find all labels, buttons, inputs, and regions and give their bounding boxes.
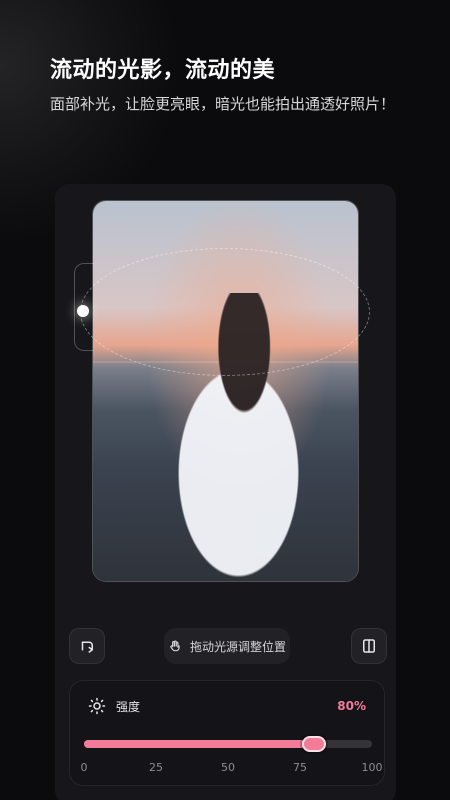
slider-thumb[interactable] xyxy=(302,736,327,752)
controls-row: 拖动光源调整位置 xyxy=(55,626,396,668)
strength-label: 强度 xyxy=(116,699,141,714)
light-orbit-path xyxy=(80,248,370,376)
strength-slider[interactable] xyxy=(84,735,372,753)
compare-button[interactable] xyxy=(351,628,387,664)
strength-panel: 强度 80% 0 25 50 75 100 xyxy=(69,680,385,786)
strength-header: 强度 80% xyxy=(88,696,366,716)
slider-ticks: 0 25 50 75 100 xyxy=(80,761,383,775)
tick-50: 50 xyxy=(221,761,235,774)
tick-25: 25 xyxy=(149,761,163,774)
strength-value: 80% xyxy=(337,699,366,713)
drag-light-hint: 拖动光源调整位置 xyxy=(164,628,290,664)
hand-icon xyxy=(170,640,180,652)
tick-100: 100 xyxy=(361,761,383,774)
slider-fill xyxy=(84,740,315,748)
tick-0: 0 xyxy=(80,761,88,774)
sun-icon xyxy=(88,697,106,715)
page-title: 流动的光影，流动的美 xyxy=(50,58,276,83)
tick-75: 75 xyxy=(293,761,307,774)
light-source-handle[interactable] xyxy=(77,305,89,317)
drag-light-hint-text: 拖动光源调整位置 xyxy=(189,639,286,654)
compare-icon xyxy=(363,639,375,653)
rotate-button[interactable] xyxy=(69,628,105,664)
page-subtitle: 面部补光，让脸更亮眼，暗光也能拍出通透好照片！ xyxy=(50,95,396,113)
rotate-icon xyxy=(81,641,93,653)
